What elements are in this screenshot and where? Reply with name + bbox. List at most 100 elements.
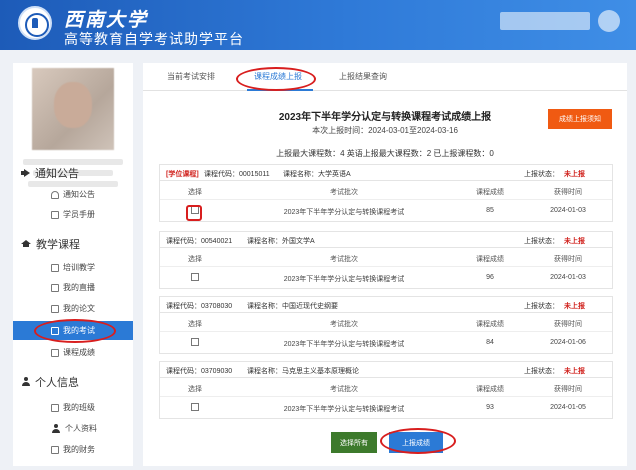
table-header-row: 选择 考试批次 课程成绩 获得时间 — [160, 378, 612, 397]
sidebar-item-personal-info[interactable]: 个人资料 — [13, 419, 133, 438]
col-score: 课程成绩 — [476, 189, 504, 196]
sidebar-section-courses[interactable]: 教学课程 — [21, 236, 80, 252]
col-batch: 考试批次 — [330, 321, 358, 328]
course-select-checkbox[interactable] — [191, 403, 199, 411]
course-card-header: 课程代码：03709030 课程名称：马克思主义基本原理概论 上报状态： 未上报 — [160, 362, 612, 378]
document-icon — [51, 263, 59, 272]
col-select: 选择 — [188, 386, 202, 393]
sidebar: 通知公告 通知公告 学员手册 教学课程 培训教学 我的直播 我的论文 我的考试 … — [13, 63, 133, 466]
sidebar-item-live[interactable]: 我的直播 — [13, 278, 133, 297]
table-row: 2023年下半年学分认定与转换课程考试 84 2024-01-06 — [160, 332, 612, 353]
report-status-value: 未上报 — [564, 368, 585, 375]
col-time: 获得时间 — [554, 321, 582, 328]
sidebar-item-label: 我的论文 — [63, 304, 95, 313]
course-name: 课程名称：外国文学A — [247, 238, 315, 245]
cell-time: 2024-01-03 — [550, 274, 586, 281]
col-time: 获得时间 — [554, 256, 582, 263]
tab-report-results[interactable]: 上报结果查询 — [339, 71, 387, 82]
sidebar-item-thesis[interactable]: 我的论文 — [13, 299, 133, 318]
table-row: 2023年下半年学分认定与转换课程考试 93 2024-01-05 — [160, 397, 612, 418]
tab-bar: 当前考试安排 课程成绩上报 上报结果查询 — [143, 63, 627, 91]
sidebar-item-label: 培训教学 — [63, 263, 95, 272]
upload-grades-button[interactable]: 上报成绩 — [389, 432, 443, 453]
sidebar-item-my-exams[interactable]: 我的考试 — [13, 321, 133, 340]
document-icon — [51, 326, 59, 335]
report-status-label: 上报状态： — [524, 171, 559, 178]
cell-score: 84 — [486, 339, 494, 346]
cell-time: 2024-01-06 — [550, 339, 586, 346]
sidebar-item-label: 学员手册 — [63, 210, 95, 219]
cell-score: 96 — [486, 274, 494, 281]
document-icon — [51, 348, 59, 357]
course-card: 课程代码：00540021 课程名称：外国文学A 上报状态： 未上报 选择 考试… — [159, 231, 613, 289]
blurred-user-info — [500, 12, 590, 30]
report-period: 本次上报时间：2024-03-01至2024-03-16 — [312, 126, 458, 135]
select-all-button[interactable]: 选择所有 — [331, 432, 377, 453]
report-counts: 上报最大课程数：4 英语上报最大课程数：2 已上报课程数：0 — [276, 149, 494, 158]
sidebar-item-notices[interactable]: 通知公告 — [13, 185, 133, 204]
course-select-checkbox[interactable] — [191, 273, 199, 281]
table-header-row: 选择 考试批次 课程成绩 获得时间 — [160, 313, 612, 332]
course-code: 课程代码：00540021 — [166, 238, 233, 245]
university-logo — [18, 6, 52, 40]
sidebar-item-label: 课程成绩 — [63, 348, 95, 357]
platform-name: 高等教育自学考试助学平台 — [64, 31, 244, 47]
sidebar-item-training[interactable]: 培训教学 — [13, 258, 133, 277]
sidebar-item-label: 我的班级 — [63, 403, 95, 412]
cell-batch: 2023年下半年学分认定与转换课程考试 — [283, 406, 405, 413]
sidebar-item-grades[interactable]: 课程成绩 — [13, 343, 133, 362]
table-header-row: 选择 考试批次 课程成绩 获得时间 — [160, 181, 612, 200]
header-avatar[interactable] — [598, 10, 620, 32]
course-select-checkbox[interactable] — [191, 206, 199, 214]
report-status-label: 上报状态： — [524, 303, 559, 310]
course-card: 课程代码：03708030 课程名称：中国近现代史纲要 上报状态： 未上报 选择… — [159, 296, 613, 354]
main-panel: 当前考试安排 课程成绩上报 上报结果查询 2023年下半年学分认定与转换课程考试… — [143, 63, 627, 466]
university-name: 西南大学 — [64, 9, 149, 31]
report-status-label: 上报状态： — [524, 238, 559, 245]
graduation-cap-icon — [21, 240, 32, 248]
course-card: [学位课程] 课程代码：00015011 课程名称：大学英语A 上报状态： 未上… — [159, 164, 613, 222]
col-score: 课程成绩 — [476, 256, 504, 263]
course-card-header: 课程代码：03708030 课程名称：中国近现代史纲要 上报状态： 未上报 — [160, 297, 612, 313]
active-tab-indicator — [247, 89, 313, 91]
col-batch: 考试批次 — [330, 386, 358, 393]
sidebar-item-handbook[interactable]: 学员手册 — [13, 205, 133, 224]
tab-grade-report[interactable]: 课程成绩上报 — [254, 71, 302, 82]
cell-score: 85 — [486, 207, 494, 214]
col-select: 选择 — [188, 256, 202, 263]
course-select-checkbox[interactable] — [191, 338, 199, 346]
sidebar-section-profile[interactable]: 个人信息 — [21, 374, 79, 390]
document-icon — [51, 304, 59, 313]
sidebar-item-label: 个人资料 — [65, 424, 97, 433]
report-status-value: 未上报 — [564, 238, 585, 245]
cell-batch: 2023年下半年学分认定与转换课程考试 — [283, 209, 405, 216]
course-code: 课程代码：00015011 — [204, 171, 270, 178]
col-score: 课程成绩 — [476, 321, 504, 328]
course-code: 课程代码：03708030 — [166, 303, 233, 310]
col-select: 选择 — [188, 321, 202, 328]
document-icon — [51, 210, 59, 219]
cell-time: 2024-01-03 — [550, 207, 586, 214]
col-batch: 考试批次 — [330, 189, 358, 196]
col-score: 课程成绩 — [476, 386, 504, 393]
course-code: 课程代码：03709030 — [166, 368, 233, 375]
document-icon — [51, 283, 59, 292]
cell-batch: 2023年下半年学分认定与转换课程考试 — [283, 276, 405, 283]
course-name: 课程名称：中国近现代史纲要 — [247, 303, 338, 310]
bell-icon — [51, 190, 59, 199]
course-card-header: [学位课程] 课程代码：00015011 课程名称：大学英语A 上报状态： 未上… — [160, 165, 612, 181]
user-icon — [51, 423, 61, 434]
cell-score: 93 — [486, 404, 494, 411]
col-time: 获得时间 — [554, 189, 582, 196]
col-time: 获得时间 — [554, 386, 582, 393]
tab-current-exams[interactable]: 当前考试安排 — [167, 71, 215, 82]
document-icon — [51, 445, 59, 454]
course-name: 课程名称：大学英语A — [283, 171, 351, 178]
report-status-label: 上报状态： — [524, 368, 559, 375]
top-banner: 西南大学 高等教育自学考试助学平台 — [0, 0, 636, 50]
table-row: 2023年下半年学分认定与转换课程考试 96 2024-01-03 — [160, 267, 612, 288]
document-icon — [51, 403, 59, 412]
sidebar-item-finance[interactable]: 我的财务 — [13, 440, 133, 459]
sidebar-section-notices[interactable]: 通知公告 — [21, 165, 79, 181]
sidebar-item-class[interactable]: 我的班级 — [13, 398, 133, 417]
